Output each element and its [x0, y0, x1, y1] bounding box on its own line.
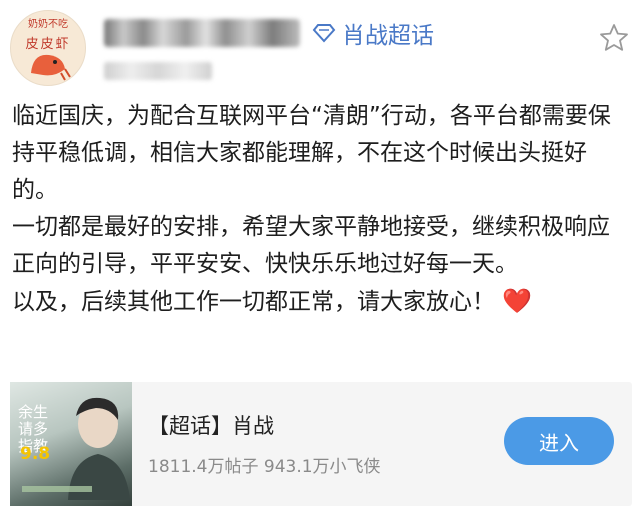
poster-footer [22, 486, 92, 492]
supertopic-card[interactable]: 余生请多指教 9.8 【超话】肖战 1811.4万帖子 943.1万小飞侠 进入 [10, 382, 632, 506]
shrimp-icon [31, 54, 71, 81]
post-paragraph-2: 一切都是最好的安排，希望大家平静地接受，继续积极响应正向的引导，平平安安、快快乐… [12, 214, 610, 277]
poster-date: 9.8 [20, 444, 51, 464]
avatar-top-text: 奶奶不吃 [28, 19, 68, 30]
avatar[interactable]: 奶奶不吃 皮皮虾 [10, 10, 86, 86]
star-icon[interactable] [598, 22, 630, 54]
post-paragraph-3-text: 以及，后续其他工作一切都正常，请大家放心！ [12, 289, 495, 315]
username-blurred[interactable] [104, 19, 300, 47]
poster-image: 余生请多指教 9.8 [10, 382, 132, 506]
post-paragraph-1: 临近国庆，为配合互联网平台“清朗”行动，各平台都需要保持平稳低调，相信大家都能理… [12, 103, 611, 203]
supertopic-diamond-icon [312, 24, 336, 43]
post-meta-blurred [104, 62, 212, 80]
supertopic-link[interactable]: 肖战超话 [312, 16, 434, 50]
heart-emoji: ❤️ [502, 287, 533, 315]
post-body: 临近国庆，为配合互联网平台“清朗”行动，各平台都需要保持平稳低调，相信大家都能理… [12, 98, 632, 321]
card-title: 【超话】肖战 [148, 414, 274, 438]
card-stats: 1811.4万帖子 943.1万小飞侠 [148, 457, 381, 477]
portrait-silhouette-icon [68, 397, 130, 500]
enter-button[interactable]: 进入 [504, 417, 614, 465]
post-paragraph-3: 以及，后续其他工作一切都正常，请大家放心！ ❤️ [12, 283, 632, 321]
supertopic-label: 肖战超话 [342, 23, 434, 49]
